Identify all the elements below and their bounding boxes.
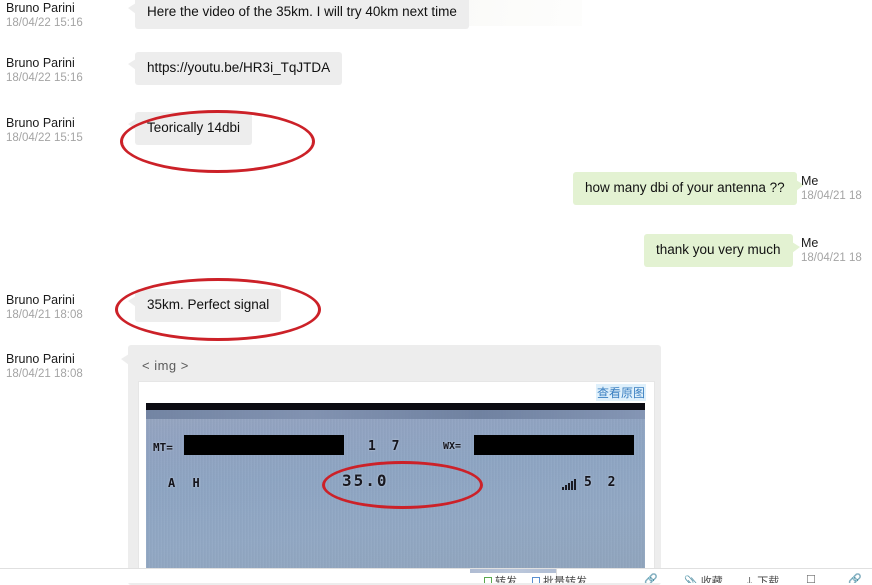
sender-timestamp: 18/04/22 15:16 <box>6 72 83 84</box>
message-meta: Bruno Parini 18/04/22 15:16 <box>6 55 126 86</box>
sender-name: Me <box>801 236 819 250</box>
sender-name: Bruno Parini <box>6 293 75 307</box>
message-meta: Bruno Parini 18/04/21 18:08 <box>6 292 126 323</box>
message-bubble[interactable]: thank you very much <box>644 234 800 267</box>
image-preview-panel[interactable]: 查看原图 MT= 1 7 WX= A H 35.0 5 2 <box>138 381 655 569</box>
message-meta: Me 18/04/21 18 <box>801 235 872 266</box>
lcd-distance-value: 35.0 <box>342 471 389 490</box>
image-placeholder-label: < img > <box>142 358 189 373</box>
sender-name: Bruno Parini <box>6 1 75 15</box>
toolbar-left-spacer <box>0 569 470 583</box>
view-original-link[interactable]: 查看原图 <box>595 384 646 401</box>
message-bubble[interactable]: how many dbi of your antenna ?? <box>573 172 804 205</box>
sender-name: Bruno Parini <box>6 352 75 366</box>
message-meta: Bruno Parini 18/04/22 15:16 <box>6 0 126 31</box>
sender-timestamp: 18/04/21 18:08 <box>6 368 83 380</box>
message-meta: Bruno Parini 18/04/22 15:15 <box>6 115 126 146</box>
blue-checkbox-icon[interactable] <box>532 577 540 583</box>
message-meta: Bruno Parini 18/04/21 18:08 <box>6 351 126 382</box>
message-bubble[interactable]: 35km. Perfect signal <box>127 289 282 322</box>
sender-name: Bruno Parini <box>6 56 75 70</box>
background-artifact <box>462 0 582 26</box>
sender-timestamp: 18/04/21 18 <box>801 190 862 202</box>
lcd-mode-indicators: A H <box>168 476 205 490</box>
signal-bars-icon <box>562 479 576 490</box>
message-bubble[interactable]: Here the video of the 35km. I will try 4… <box>128 0 469 29</box>
photo-secondary-band <box>146 410 645 419</box>
lcd-left-label: MT= <box>153 441 173 454</box>
image-attachment-card[interactable]: < img > 查看原图 MT= 1 7 WX= A H 35.0 5 2 <box>121 345 661 585</box>
redaction-bar-right <box>474 435 634 455</box>
bottom-toolbar: 转发 批量转发 🔗 📎 收藏 ↓ 下载 ☐ 🔗 <box>0 568 872 583</box>
chat-transcript: Bruno Parini 18/04/22 15:16 Here the vid… <box>0 0 872 585</box>
sender-name: Me <box>801 174 819 188</box>
sender-name: Bruno Parini <box>6 116 75 130</box>
message-meta: Me 18/04/21 18 <box>801 173 872 204</box>
sender-timestamp: 18/04/21 18:08 <box>6 309 83 321</box>
sender-timestamp: 18/04/21 18 <box>801 252 862 264</box>
message-bubble[interactable]: Teorically 14dbi <box>127 112 253 145</box>
attached-photo[interactable]: MT= 1 7 WX= A H 35.0 5 2 <box>146 403 645 568</box>
lcd-right-label: WX= <box>443 441 462 452</box>
lcd-center-number: 1 7 <box>368 439 404 454</box>
sender-timestamp: 18/04/22 15:15 <box>6 132 83 144</box>
green-checkbox-icon[interactable] <box>484 577 492 583</box>
sender-timestamp: 18/04/22 15:16 <box>6 17 83 29</box>
message-link-bubble[interactable]: https://youtu.be/HR3i_TqJTDA <box>127 52 343 85</box>
redaction-bar-left <box>184 435 344 455</box>
lcd-signal-value: 5 2 <box>584 475 620 490</box>
photo-top-band <box>146 403 645 410</box>
